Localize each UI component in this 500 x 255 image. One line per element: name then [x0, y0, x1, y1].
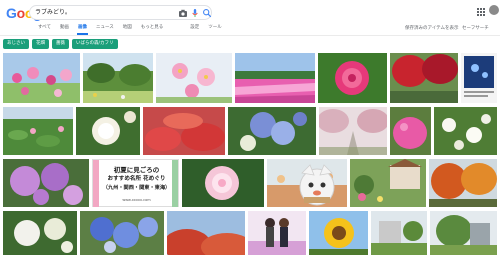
purple-hydrangea-image	[3, 159, 89, 207]
image-result[interactable]	[371, 211, 427, 255]
tab-all[interactable]: すべて	[38, 25, 51, 35]
related-search-chips: あじさい 花畑 薔薇 いばらの森/カフリ	[3, 39, 118, 49]
image-result[interactable]	[80, 211, 164, 255]
white-flowers-image	[434, 107, 497, 155]
cosmos-flowers-image	[3, 53, 80, 103]
image-result[interactable]	[235, 53, 315, 103]
search-box[interactable]: ラブみどり。	[29, 5, 212, 20]
chip-forest[interactable]: いばらの森/カフリ	[72, 39, 118, 49]
image-result[interactable]	[156, 53, 232, 103]
image-result[interactable]	[228, 107, 316, 155]
image-result[interactable]	[182, 159, 264, 207]
tab-tools[interactable]: ツール	[208, 25, 222, 35]
image-result[interactable]	[434, 107, 497, 155]
image-result[interactable]	[76, 107, 140, 155]
garden-image	[83, 53, 153, 103]
image-result[interactable]	[83, 53, 153, 103]
image-result[interactable]	[390, 107, 431, 155]
white-hydrangea-image	[3, 211, 77, 255]
header-divider	[0, 35, 500, 36]
image-result[interactable]	[350, 159, 426, 207]
image-result[interactable]	[429, 159, 497, 207]
camera-search-icon[interactable]	[178, 8, 188, 18]
pink-rose-image	[182, 159, 264, 207]
poster-url: www.xxxxx.com	[122, 198, 151, 202]
image-result[interactable]	[143, 107, 225, 155]
poster-subtitle: おすすめ名所 花めぐり	[107, 176, 166, 182]
pink-cosmos-image	[156, 53, 232, 103]
park-tree-image	[430, 211, 497, 255]
red-kochia-hill-image	[143, 107, 225, 155]
white-rose-image	[76, 107, 140, 155]
safesearch-link[interactable]: セーフサーチ	[462, 25, 489, 31]
red-rose-image	[318, 53, 387, 103]
image-result[interactable]	[390, 53, 458, 103]
sunflower-image	[309, 211, 368, 255]
tab-news[interactable]: ニュース	[96, 25, 114, 35]
tab-videos[interactable]: 動画	[60, 25, 69, 35]
cherry-path-image	[319, 107, 387, 155]
map-document-image	[461, 53, 497, 103]
image-result[interactable]: 初夏に見ごろの おすすめ名所 花めぐり （九州・関西・関東・東海） www.xx…	[92, 159, 179, 207]
search-tabs: すべて 動画 画像 ニュース 地図 もっと見る 設定 ツール	[38, 25, 231, 35]
poster-stripe	[93, 160, 99, 207]
image-result[interactable]	[248, 211, 306, 255]
red-hills-image	[167, 211, 245, 255]
moss-phlox-field-image	[235, 53, 315, 103]
image-result[interactable]	[167, 211, 245, 255]
tab-maps[interactable]: 地図	[123, 25, 132, 35]
image-result[interactable]	[3, 211, 77, 255]
image-result[interactable]	[3, 159, 89, 207]
image-result[interactable]	[3, 53, 80, 103]
image-result[interactable]	[318, 53, 387, 103]
poster-title: 初夏に見ごろの	[113, 166, 160, 174]
chip-flower-field[interactable]: 花畑	[32, 39, 49, 49]
apps-grid-icon[interactable]	[477, 8, 485, 16]
image-result[interactable]	[430, 211, 497, 255]
microphone-icon[interactable]	[190, 8, 200, 18]
account-avatar[interactable]	[489, 5, 499, 15]
flower-spots-poster: 初夏に見ごろの おすすめ名所 花めぐり （九州・関西・関東・東海） www.xx…	[92, 159, 179, 207]
logo-letter: G	[6, 5, 17, 21]
mascot-character-image	[299, 164, 335, 206]
google-image-search-page: Google ラブみどり。 すべて 動画	[0, 0, 500, 255]
tab-images[interactable]: 画像	[77, 25, 89, 35]
search-icon[interactable]	[202, 8, 212, 18]
anime-characters-image	[248, 211, 306, 255]
logo-letter: o	[16, 5, 26, 21]
autumn-trees-image	[390, 53, 458, 103]
garden-house-image	[350, 159, 426, 207]
tab-settings[interactable]: 設定	[190, 25, 199, 35]
pink-azalea-image	[390, 107, 431, 155]
garden-building-image	[371, 211, 427, 255]
tab-more[interactable]: もっと見る	[141, 25, 164, 35]
image-result[interactable]	[319, 107, 387, 155]
blue-hydrangea-bloom-image	[80, 211, 164, 255]
image-result[interactable]	[3, 107, 73, 155]
saved-items-link[interactable]: 保存済みのアイテムを表示	[405, 25, 459, 31]
chip-rose[interactable]: 薔薇	[52, 39, 69, 49]
blue-hydrangea-image	[228, 107, 316, 155]
poster-regions: （九州・関西・関東・東海）	[102, 185, 171, 191]
image-result[interactable]	[309, 211, 368, 255]
search-input[interactable]: ラブみどり。	[35, 7, 71, 19]
image-result[interactable]	[296, 163, 338, 207]
lotus-pond-image	[3, 107, 73, 155]
autumn-maple-image	[429, 159, 497, 207]
image-result[interactable]	[461, 53, 497, 103]
chip-hydrangea[interactable]: あじさい	[3, 39, 29, 49]
